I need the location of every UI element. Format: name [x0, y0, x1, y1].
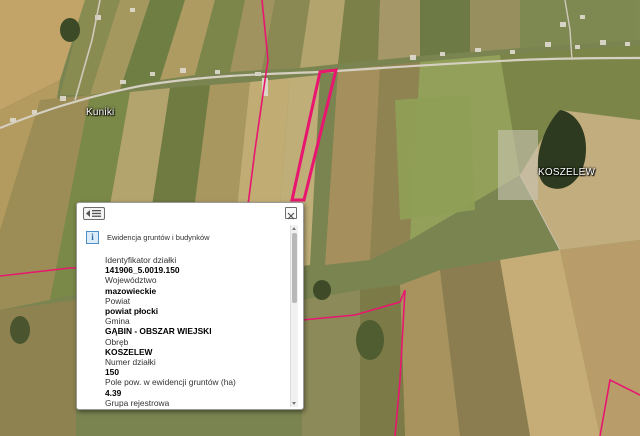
parcel-info-popup: i Ewidencja gruntów i budynków Identyfik…: [76, 202, 304, 410]
attribute-value: GĄBIN - OBSZAR WIEJSKI: [105, 326, 212, 337]
attribute-value: KOSZELEW: [105, 346, 153, 357]
attribute-value: 7: [105, 408, 285, 409]
scroll-thumb[interactable]: [292, 233, 297, 303]
attribute-label: Obręb: [105, 336, 129, 347]
list-back-icon: [86, 210, 101, 217]
popup-header: [77, 203, 303, 223]
attribute-label: Numer działki: [105, 357, 156, 368]
attribute-label: Gmina: [105, 316, 130, 327]
close-button[interactable]: [285, 207, 297, 220]
close-icon: [287, 212, 295, 220]
layer-title: Ewidencja gruntów i budynków: [107, 232, 210, 242]
attribute-label: Województwo: [105, 275, 157, 286]
attribute-value: 141906_5.0019.150: [105, 265, 180, 276]
place-label-koszelew: KOSZELEW: [538, 167, 596, 178]
scroll-down-arrow-icon[interactable]: [292, 402, 296, 405]
info-icon: i: [86, 230, 99, 244]
place-label-kuniki: Kuniki: [86, 107, 115, 118]
popup-scrollbar[interactable]: [290, 225, 298, 407]
attribute-label: Powiat: [105, 295, 131, 306]
attribute-label: Identyfikator działki: [105, 255, 177, 265]
layer-header: i Ewidencja gruntów i budynków: [86, 230, 210, 244]
attribute-label: Grupa rejestrowa: [105, 397, 170, 408]
attribute-value: 150: [105, 367, 119, 378]
scroll-up-arrow-icon[interactable]: [292, 227, 296, 230]
attribute-value: powiat płocki: [105, 306, 159, 317]
attribute-value: mazowieckie: [105, 285, 157, 296]
attributes-list[interactable]: Identyfikator działki 141906_5.0019.150 Wo…: [105, 255, 285, 409]
attribute-value: 4.39: [105, 387, 122, 398]
attribute-label: Pole pow. w ewidencji gruntów (ha): [105, 377, 236, 388]
results-list-button[interactable]: [83, 207, 105, 220]
